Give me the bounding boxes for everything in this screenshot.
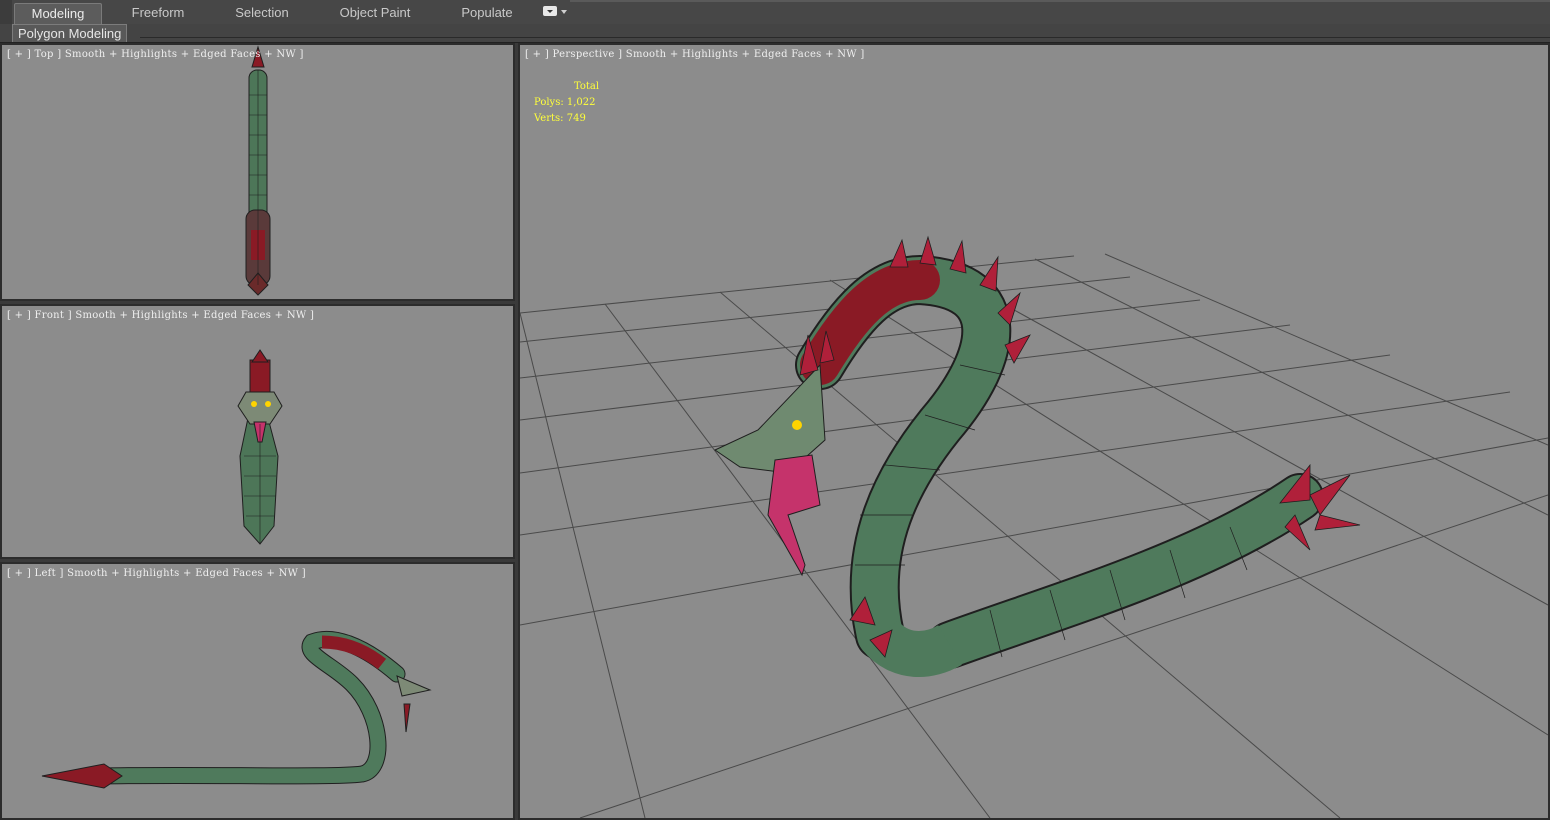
dropdown-box-icon (543, 6, 557, 16)
chevron-down-icon (561, 10, 567, 14)
polygon-modeling-panel-button[interactable]: Polygon Modeling (12, 24, 128, 42)
serpent-model-front-view (237, 349, 283, 545)
perspective-grid (520, 253, 1548, 818)
tab-populate[interactable]: Populate (442, 3, 532, 23)
stats-polys-label: Polys: (534, 97, 564, 108)
ribbon-divider (570, 0, 1550, 2)
left-view-canvas (41, 630, 432, 789)
viewport-top-label[interactable]: [ + ] Top ] Smooth + Highlights + Edged … (7, 49, 304, 60)
viewport-perspective[interactable]: [ + ] Perspective ] Smooth + Highlights … (518, 43, 1550, 820)
panel-divider (140, 37, 1550, 38)
serpent-model-left-view (41, 630, 432, 789)
ribbon-edge (0, 0, 12, 24)
tab-modeling[interactable]: Modeling (14, 3, 102, 24)
viewport-perspective-label[interactable]: [ + ] Perspective ] Smooth + Highlights … (525, 49, 865, 60)
viewport-front-label[interactable]: [ + ] Front ] Smooth + Highlights + Edge… (7, 310, 314, 321)
ribbon-panel: Polygon Modeling (0, 24, 1550, 43)
tab-object-paint[interactable]: Object Paint (326, 3, 424, 23)
serpent-model-perspective (713, 235, 1361, 677)
stats-total-label: Total (574, 81, 600, 92)
scene-statistics: Total Polys: 1,022 Verts: 749 (534, 79, 599, 127)
ribbon-options-dropdown[interactable] (543, 6, 569, 18)
stats-polys-row: Polys: 1,022 (534, 95, 599, 111)
tab-selection[interactable]: Selection (216, 3, 308, 23)
front-view-canvas (237, 349, 283, 545)
stats-polys-value: 1,022 (566, 97, 596, 108)
stats-verts-row: Verts: 749 (534, 111, 599, 127)
tab-freeform[interactable]: Freeform (112, 3, 204, 23)
top-view-canvas (245, 45, 271, 296)
viewport-top[interactable]: [ + ] Top ] Smooth + Highlights + Edged … (0, 43, 515, 301)
serpent-model-top-view (245, 45, 271, 296)
stats-verts-label: Verts: (534, 113, 564, 124)
perspective-view-canvas (520, 235, 1548, 818)
viewport-front[interactable]: [ + ] Front ] Smooth + Highlights + Edge… (0, 304, 515, 559)
ribbon-tab-bar: Modeling Freeform Selection Object Paint… (0, 0, 1550, 25)
viewport-left-label[interactable]: [ + ] Left ] Smooth + Highlights + Edged… (7, 568, 306, 579)
stats-verts-value: 749 (566, 113, 586, 124)
viewport-left[interactable]: [ + ] Left ] Smooth + Highlights + Edged… (0, 562, 515, 820)
